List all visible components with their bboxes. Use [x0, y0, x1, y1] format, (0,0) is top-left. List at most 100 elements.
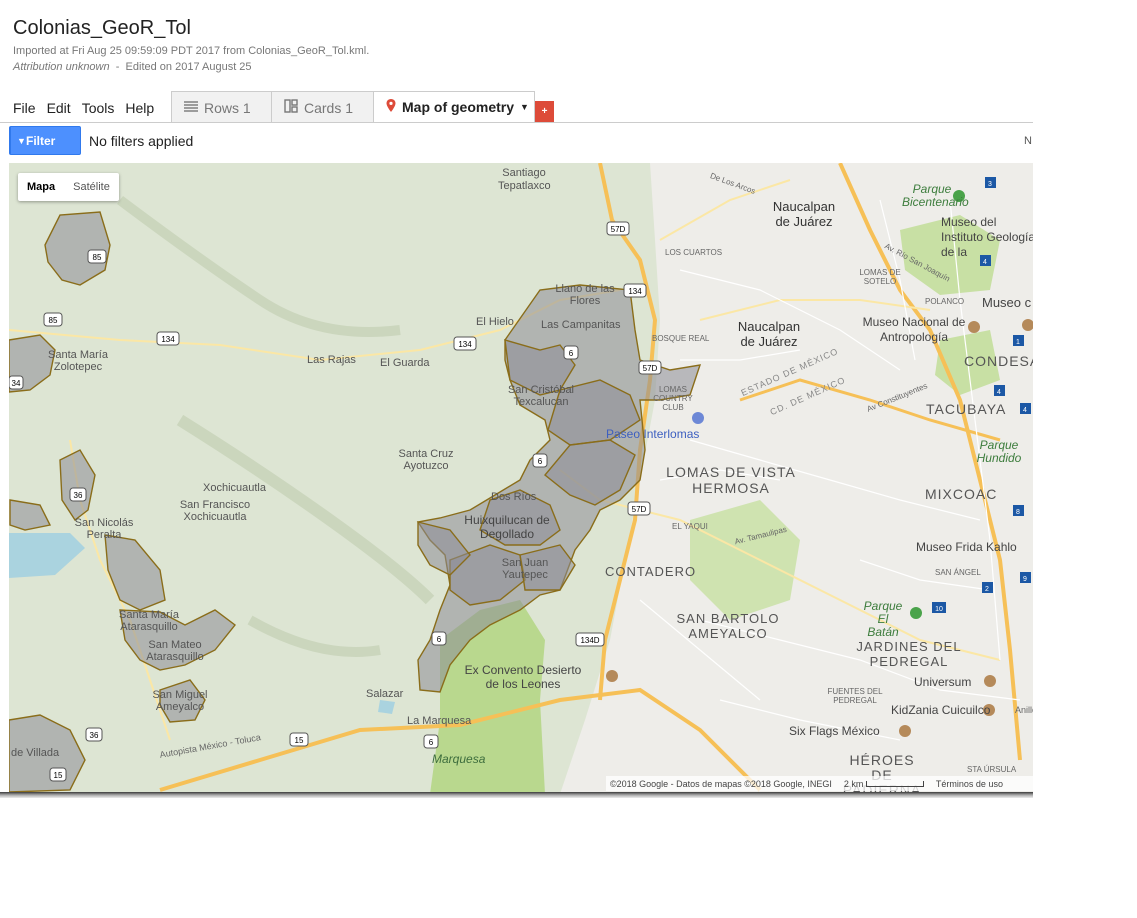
place-label: Six Flags México: [789, 724, 880, 738]
place-label: Marquesa: [432, 752, 486, 766]
tab-rows[interactable]: Rows 1: [171, 91, 272, 123]
metro-label: 4: [1023, 407, 1027, 414]
place-label: SAN BARTOLO AMEYALCO: [676, 611, 780, 641]
map-type-control: Mapa Satélite: [18, 173, 119, 201]
tab-rows-label: Rows 1: [204, 99, 251, 116]
scale-bar-icon: [865, 780, 924, 787]
truncated-right-text: N: [1024, 135, 1032, 147]
attribution: Attribution unknown: [13, 61, 110, 73]
menu-file[interactable]: File: [13, 100, 36, 116]
place-label: San Nicolás Peralta: [74, 517, 134, 541]
place-label: San Mateo Atarasquillo: [146, 639, 204, 663]
place-label: STA ÚRSULA: [967, 765, 1017, 774]
menu-edit[interactable]: Edit: [47, 100, 71, 116]
place-label: CONTADERO: [605, 564, 697, 579]
place-label: Huixquilucan de Degollado: [464, 513, 550, 541]
place-label: de Villada: [11, 747, 60, 759]
route-shield-icon: 15: [289, 732, 309, 747]
map-terms-link[interactable]: Términos de uso: [936, 779, 1003, 789]
route-shield-icon: 57D: [638, 360, 662, 375]
map-type-satellite[interactable]: Satélite: [64, 173, 119, 201]
route-shield-icon: 15: [49, 767, 67, 782]
route-shield-label: 134: [458, 340, 472, 349]
place-label: San Francisco Xochicuautla: [179, 499, 251, 523]
place-label: Paseo Interlomas: [606, 427, 700, 441]
place-label: Dos Ríos: [491, 491, 537, 503]
place-label: La Marquesa: [407, 715, 472, 727]
tab-map-of-geometry[interactable]: Map of geometry ▼: [373, 91, 535, 123]
rows-icon: [184, 100, 198, 116]
route-shield-label: 57D: [643, 364, 658, 373]
route-shield-label: 57D: [611, 225, 626, 234]
place-label: Parque El Batán: [863, 599, 903, 639]
page-title: Colonias_GeoR_Tol: [13, 17, 191, 39]
tab-cards-label: Cards 1: [304, 99, 354, 116]
route-shield-label: 6: [538, 457, 543, 466]
place-label: JARDINES DEL PEDREGAL: [856, 639, 962, 669]
chevron-down-icon: ▼: [520, 102, 529, 112]
attribution-line: Attribution unknown - Edited on 2017 Aug…: [13, 61, 252, 73]
route-shield-label: 134D: [580, 636, 599, 645]
route-shield-icon: 6: [563, 345, 579, 360]
place-label: KidZania Cuicuilco: [891, 703, 991, 717]
place-label: Salazar: [366, 688, 404, 700]
place-label: San Cristóbal Texcalucan: [507, 384, 575, 408]
map-attribution-bar: ©2018 Google - Datos de mapas ©2018 Goog…: [606, 776, 1033, 791]
tab-cards[interactable]: Cards 1: [271, 91, 374, 123]
place-label: EL YAQUI: [672, 522, 708, 531]
lake: [378, 700, 395, 714]
add-tab-button[interactable]: +: [535, 101, 554, 122]
metro-label: 3: [988, 181, 992, 188]
route-shield-label: 15: [54, 771, 63, 780]
museum-icon: [968, 321, 980, 333]
place-label: MIXCOAC: [925, 486, 998, 502]
map-scale-label: 2 km: [843, 778, 864, 789]
place-label: El Guarda: [380, 357, 430, 369]
filter-button-label: Filter: [26, 133, 56, 148]
filter-button[interactable]: Filter ▼: [9, 126, 81, 155]
place-label: Naucalpan de Juárez: [737, 319, 801, 349]
place-label: San Juan Yautepec: [501, 557, 549, 581]
route-shield-label: 34: [12, 379, 21, 388]
menu-help[interactable]: Help: [125, 100, 154, 116]
menu-tools[interactable]: Tools: [82, 100, 115, 116]
place-label: Llano de las Flores: [555, 283, 615, 307]
tab-map-label: Map of geometry: [402, 99, 515, 115]
place-label: LOMAS COUNTRY CLUB: [653, 385, 693, 412]
place-label: Anillo: [1015, 705, 1033, 715]
route-shield-icon: 6: [431, 631, 447, 646]
route-shield-label: 6: [569, 349, 574, 358]
map-type-map[interactable]: Mapa: [18, 173, 64, 201]
metro-label: 9: [1023, 576, 1027, 583]
map-scale: 2 km: [844, 779, 924, 789]
route-shield-icon: 134: [453, 336, 477, 351]
route-shield-icon: 134: [623, 283, 647, 298]
menu-bar: File Edit Tools Help: [13, 100, 165, 116]
route-shield-icon: 36: [69, 487, 87, 502]
place-label: Xochicuautla: [203, 482, 266, 494]
place-label: LOMAS DE VISTA HERMOSA: [666, 464, 796, 496]
place-label: Naucalpan de Juárez: [772, 199, 836, 229]
place-label: Parque Bicentenario: [902, 182, 969, 209]
window-bottom-edge: [0, 792, 1033, 798]
map-pin-icon: [386, 99, 396, 115]
place-label: Las Rajas: [307, 354, 356, 366]
place-label: Ex Convento Desierto de los Leones: [464, 663, 582, 691]
place-label: TACUBAYA: [926, 401, 1007, 417]
map-copyright: ©2018 Google - Datos de mapas ©2018 Goog…: [610, 778, 832, 789]
attribution-separator: -: [115, 61, 120, 73]
place-label: El Hielo: [476, 316, 514, 328]
shopping-icon: [692, 412, 704, 424]
metro-label: 8: [1016, 509, 1020, 516]
place-label: LOS CUARTOS: [665, 248, 723, 257]
place-label: FUENTES DEL PEDREGAL: [827, 687, 883, 705]
route-shield-label: 57D: [632, 505, 647, 514]
cards-icon: [284, 99, 298, 116]
metro-label: 2: [985, 586, 989, 593]
route-shield-label: 36: [90, 731, 99, 740]
place-label: Las Campanitas: [541, 319, 621, 331]
route-shield-label: 85: [49, 316, 58, 325]
map-canvas[interactable]: 57D 134 85 134 134 6 57D 6 36 57D 134D 6…: [9, 163, 1033, 794]
park-icon: [910, 607, 922, 619]
route-shield-label: 6: [429, 738, 434, 747]
